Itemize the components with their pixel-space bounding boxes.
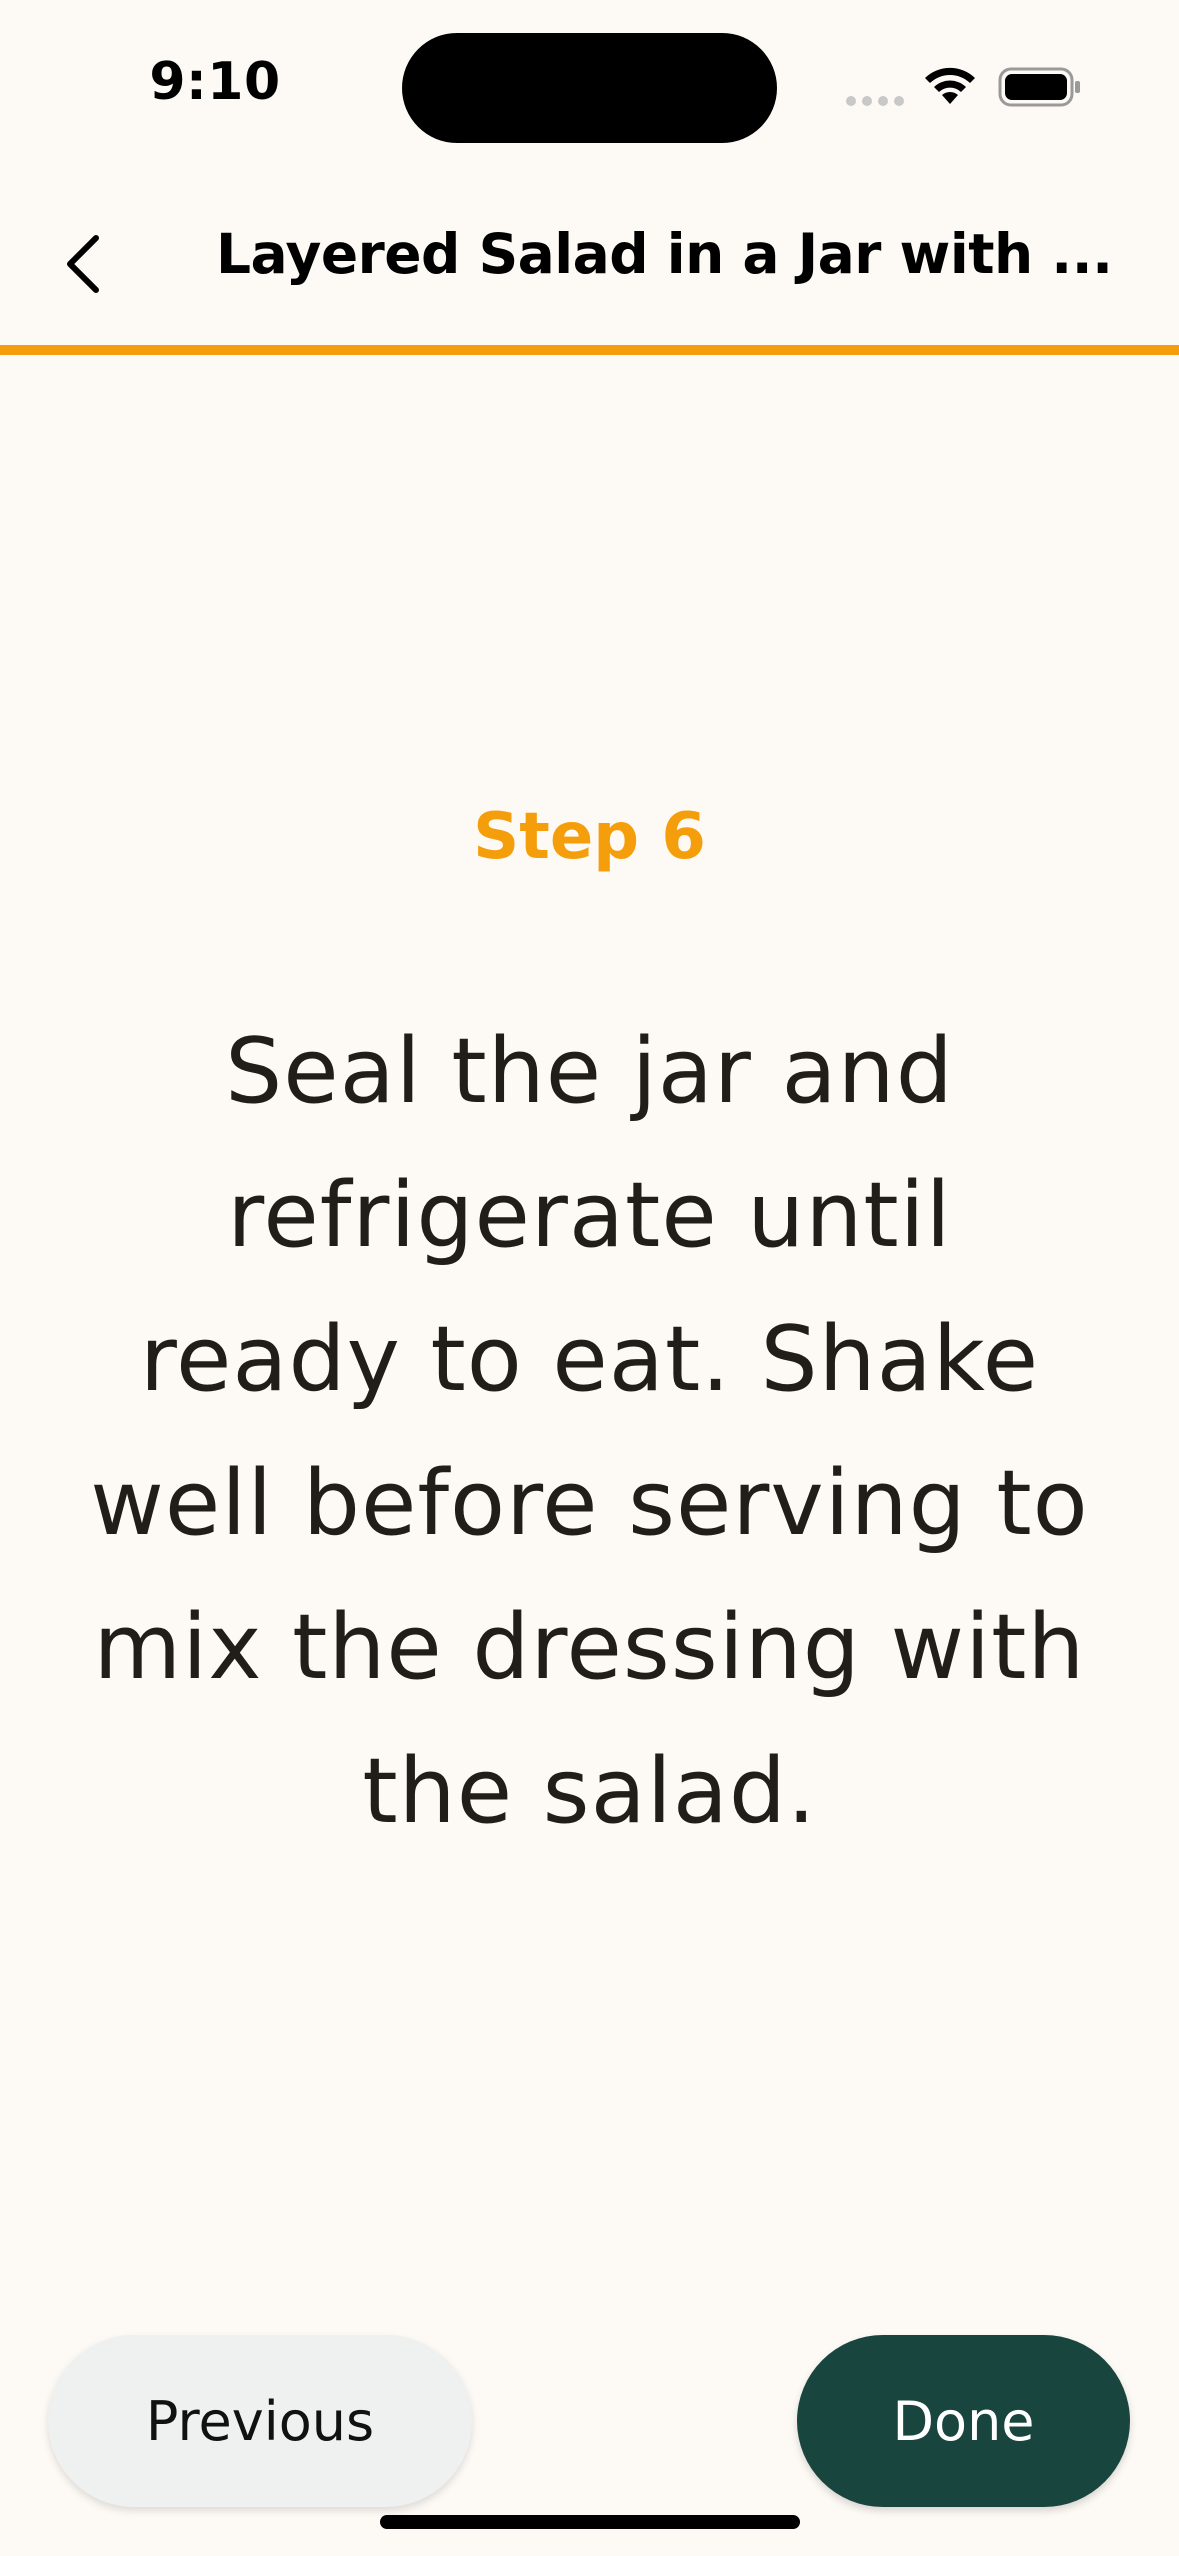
step-instruction-text: Seal the jar and refrigerate until ready…: [90, 1019, 1089, 1844]
home-indicator: [380, 2515, 800, 2529]
progress-fill: [0, 345, 1179, 355]
previous-button-label: Previous: [145, 2389, 375, 2453]
wifi-icon: [925, 67, 975, 104]
done-button-label: Done: [892, 2389, 1035, 2453]
back-button[interactable]: [40, 210, 130, 310]
navigation-bar: Layered Salad in a Jar with ...: [0, 170, 1179, 350]
done-button[interactable]: Done: [797, 2335, 1130, 2507]
battery-icon: [998, 67, 1080, 107]
status-time: 9:10: [149, 52, 281, 112]
step-label: Step 6: [473, 800, 706, 874]
dynamic-island: [402, 33, 777, 143]
chevron-left-icon: [67, 235, 99, 293]
previous-button[interactable]: Previous: [48, 2335, 472, 2507]
cellular-signal-icon: [846, 96, 904, 106]
page-title: Layered Salad in a Jar with ...: [216, 222, 1113, 286]
progress-bar: [0, 345, 1179, 355]
status-bar: 9:10: [0, 0, 1179, 170]
